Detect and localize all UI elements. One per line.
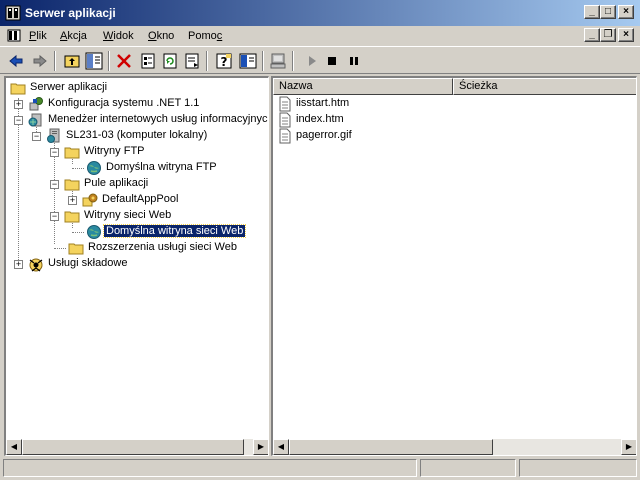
help-icon[interactable]: ? [214, 51, 234, 71]
menu-widok[interactable]: Widok [103, 30, 134, 42]
file-name: pagerror.gif [296, 129, 352, 141]
minimize-button[interactable]: _ [584, 5, 600, 19]
show-tree-icon[interactable] [84, 51, 104, 71]
maximize-button[interactable]: □ [600, 5, 616, 19]
up-level-icon[interactable] [62, 51, 82, 71]
scroll-right-button[interactable]: ▶ [621, 439, 636, 455]
mdi-close-button[interactable]: × [618, 28, 634, 42]
globe-icon [86, 160, 102, 176]
status-panel [3, 459, 417, 477]
expand-button[interactable]: + [14, 100, 23, 109]
tree-horizontal-scrollbar[interactable]: ◀ ▶ [6, 439, 268, 455]
tree-label: SL231-03 (komputer lokalny) [66, 129, 208, 141]
delete-icon[interactable] [114, 51, 134, 71]
globe-icon [86, 224, 102, 240]
tree-label: Rozszerzenia usługi sieci Web [88, 241, 237, 253]
tree-label: Konfiguracja systemu .NET 1.1 [48, 97, 200, 109]
scroll-thumb[interactable] [22, 439, 244, 455]
expand-button[interactable]: + [14, 260, 23, 269]
status-panel [519, 459, 637, 477]
status-panel [420, 459, 516, 477]
tree-label: Pule aplikacji [84, 177, 149, 189]
tree-label: Witryny FTP [84, 145, 145, 157]
toolbar-separator [108, 51, 110, 71]
iis-manager-icon [28, 112, 44, 128]
pause-icon[interactable] [344, 51, 364, 71]
iis-app-icon [5, 5, 21, 21]
app-pool-icon [82, 192, 98, 208]
file-name: index.htm [296, 113, 344, 125]
status-bar [0, 456, 640, 480]
console-tree-icon[interactable] [238, 51, 258, 71]
file-name: iisstart.htm [296, 97, 350, 109]
back-arrow-icon[interactable] [6, 51, 26, 71]
tree-root-label: Serwer aplikacji [30, 81, 108, 93]
forward-arrow-icon[interactable] [30, 51, 50, 71]
scroll-left-button[interactable]: ◀ [273, 439, 289, 455]
server-icon [46, 128, 62, 144]
console-tree[interactable]: Serwer aplikacji + Konfiguracja systemu … [4, 76, 269, 456]
scroll-right-button[interactable]: ▶ [253, 439, 268, 455]
tree-label: Domyślna witryna FTP [106, 161, 217, 173]
tree-label: DefaultAppPool [102, 193, 179, 205]
html-file-icon [277, 112, 293, 128]
scroll-left-button[interactable]: ◀ [6, 439, 22, 455]
tree-label-selected: Domyślna witryna sieci Web [102, 224, 247, 238]
stop-icon[interactable] [322, 51, 342, 71]
tree-connector [72, 232, 84, 233]
list-horizontal-scrollbar[interactable]: ◀ ▶ [273, 439, 636, 455]
mdi-minimize-button[interactable]: _ [584, 28, 600, 42]
folder-icon [68, 240, 84, 256]
tree-label: Usługi składowe [48, 257, 128, 269]
refresh-icon[interactable] [160, 51, 180, 71]
collapse-button[interactable]: − [14, 116, 23, 125]
toolbar-separator [54, 51, 56, 71]
html-file-icon [277, 96, 293, 112]
collapse-button[interactable]: − [50, 212, 59, 221]
start-icon[interactable] [302, 51, 322, 71]
toolbar-separator [292, 51, 294, 71]
collapse-button[interactable]: − [50, 148, 59, 157]
export-list-icon[interactable] [182, 51, 202, 71]
properties-icon[interactable] [138, 51, 158, 71]
window-title: Serwer aplikacji [25, 6, 116, 20]
menu-akcja[interactable]: Akcja [60, 30, 87, 42]
net-config-icon [28, 96, 44, 112]
tree-label: Menedżer internetowych usług informacyjn… [48, 113, 269, 125]
close-button[interactable]: × [618, 5, 634, 19]
title-bar: Serwer aplikacji _ □ × [0, 0, 640, 26]
mdi-restore-button[interactable]: ❐ [600, 28, 616, 42]
collapse-button[interactable]: − [32, 132, 41, 141]
menu-pomoc[interactable]: Pomoc [188, 30, 222, 42]
menu-bar: Plik Akcja Widok Okno Pomoc _ ❐ × [0, 26, 640, 46]
toolbar: ? [0, 46, 640, 74]
toolbar-separator [262, 51, 264, 71]
tree-connector [72, 168, 84, 169]
column-header-path[interactable]: Ścieżka [453, 78, 636, 95]
tree-label: Witryny sieci Web [84, 209, 172, 221]
results-pane[interactable]: Nazwa Ścieżka iisstart.htm index.htm pag… [271, 76, 637, 456]
scroll-thumb[interactable] [289, 439, 493, 455]
folder-icon [64, 144, 80, 160]
collapse-button[interactable]: − [50, 180, 59, 189]
console-doc-icon[interactable] [6, 28, 22, 44]
menu-plik[interactable]: Plik [29, 30, 47, 42]
menu-okno[interactable]: Okno [148, 30, 174, 42]
component-services-icon [28, 256, 44, 272]
expand-button[interactable]: + [68, 196, 77, 205]
computer-icon[interactable] [268, 51, 288, 71]
image-file-icon [277, 128, 293, 144]
toolbar-separator [206, 51, 208, 71]
column-header-name[interactable]: Nazwa [273, 78, 453, 95]
folder-icon [10, 80, 26, 96]
folder-icon [64, 176, 80, 192]
folder-icon [64, 208, 80, 224]
tree-connector [54, 248, 66, 249]
